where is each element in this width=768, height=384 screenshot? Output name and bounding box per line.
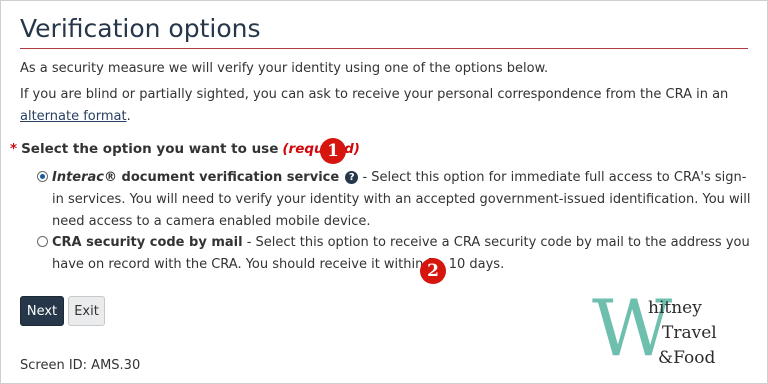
- help-icon[interactable]: ?: [345, 171, 359, 184]
- exit-button[interactable]: Exit: [68, 296, 105, 326]
- option-interac-verification[interactable]: Interac® document verification service ?…: [52, 167, 752, 233]
- option-interac-title-rest: document verification service: [117, 170, 340, 185]
- interac-brand: Interac: [52, 170, 105, 185]
- option-mail-title: CRA security code by mail: [52, 235, 243, 250]
- watermark-line-2: Travel: [662, 323, 717, 343]
- required-star: *: [10, 141, 18, 157]
- annotation-badge-1: 1: [320, 138, 346, 164]
- alternate-format-end: .: [126, 109, 131, 124]
- radio-interac-verification[interactable]: [37, 171, 48, 182]
- alternate-format-link[interactable]: alternate format: [20, 109, 127, 124]
- alternate-format-text: If you are blind or partially sighted, y…: [20, 87, 729, 102]
- watermark-logo: W hitney Travel &Food: [592, 290, 760, 378]
- title-divider: [20, 48, 748, 49]
- question-text: Select the option you want to use: [21, 141, 279, 157]
- watermark-line-3: &Food: [658, 348, 716, 368]
- option-question-label: *Select the option you want to use(requi…: [10, 141, 360, 157]
- screen-id: Screen ID: AMS.30: [20, 358, 141, 373]
- watermark-line-1: hitney: [648, 298, 702, 318]
- page-title: Verification options: [20, 14, 261, 43]
- registered-mark: ®: [104, 170, 118, 185]
- annotation-badge-2: 2: [420, 258, 446, 284]
- option-interac-title: Interac® document verification service: [52, 170, 339, 185]
- intro-text: As a security measure we will verify you…: [20, 61, 549, 76]
- next-button[interactable]: Next: [20, 296, 64, 326]
- radio-security-code-mail[interactable]: [37, 236, 48, 247]
- alternate-format-paragraph: If you are blind or partially sighted, y…: [20, 84, 750, 128]
- option-security-code-mail[interactable]: CRA security code by mail - Select this …: [52, 232, 752, 276]
